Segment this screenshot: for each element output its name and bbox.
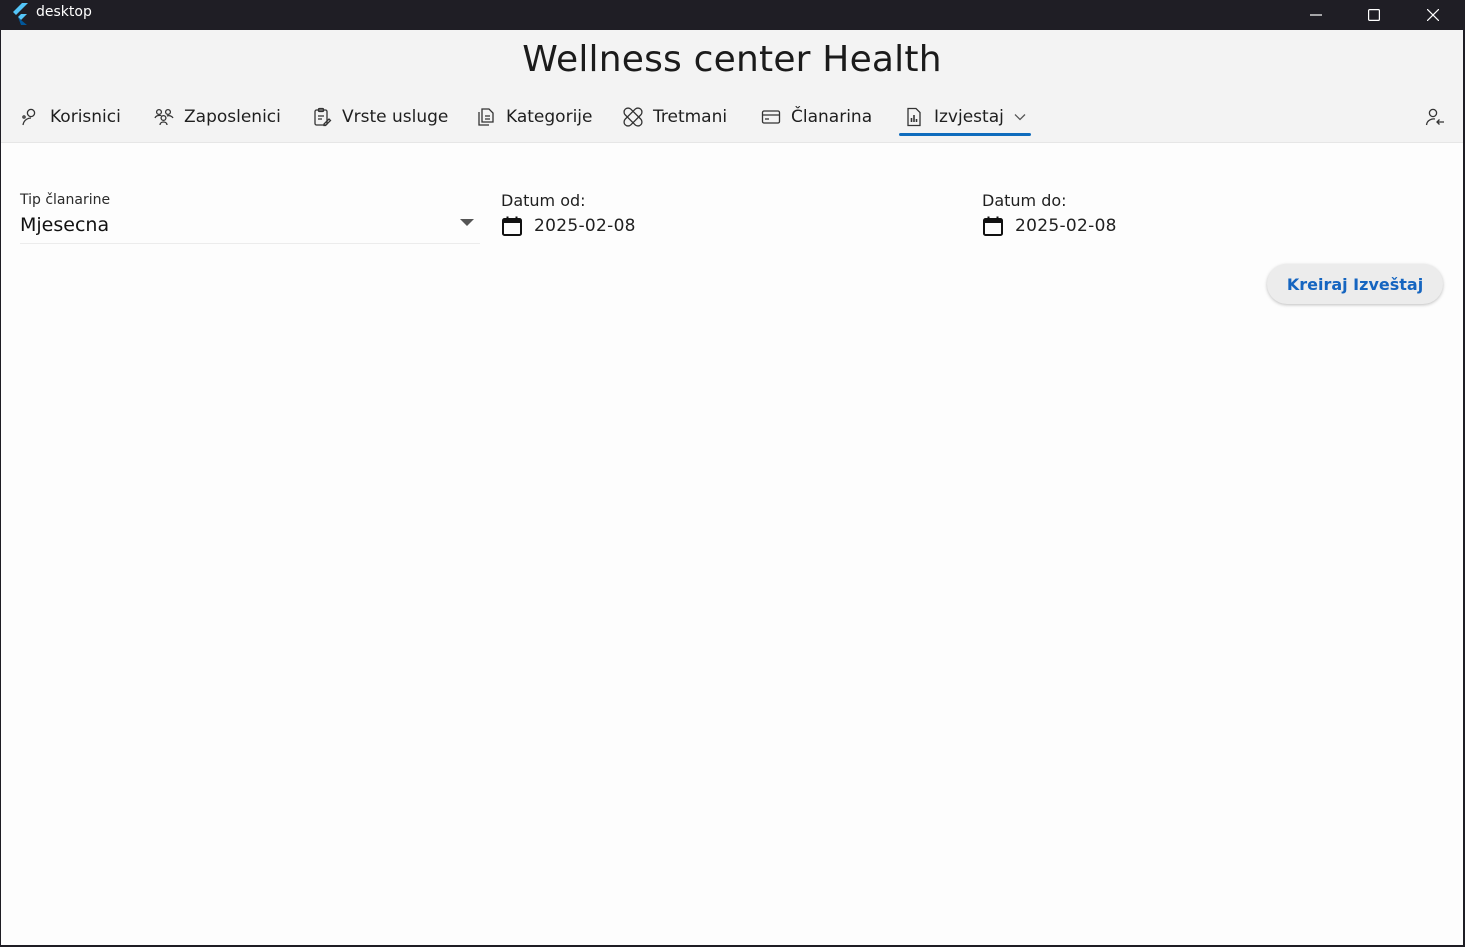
main-nav: Korisnici Zaposlenici Vrste usluge Kateg… [1,96,1463,138]
create-report-button[interactable]: Kreiraj Izveštaj [1267,264,1443,304]
account-button[interactable] [1423,105,1447,129]
date-to-picker[interactable]: 2025-02-08 [982,215,1117,237]
maximize-button[interactable] [1345,0,1403,30]
nav-item-korisnici[interactable]: Korisnici [20,96,121,138]
nav-item-label: Kategorije [506,107,593,127]
document-copy-icon [476,107,496,127]
nav-item-label: Korisnici [50,107,121,127]
date-to-label: Datum do: [982,191,1067,210]
date-to-value: 2025-02-08 [1015,216,1117,236]
app-window: desktop Wellness center Health Korisnici… [0,0,1465,947]
window-title: desktop [36,4,92,20]
nav-item-label: Tretmani [653,107,728,127]
person-arrow-icon [1425,108,1444,126]
nav-item-tretmani[interactable]: Tretmani [623,96,727,138]
close-icon [1427,9,1439,21]
title-bar[interactable]: desktop [0,0,1465,30]
card-icon [761,107,781,127]
membership-type-select[interactable]: Mjesecna [20,190,480,244]
dropdown-arrow-icon [460,219,474,226]
nav-item-vrste-usluge[interactable]: Vrste usluge [312,96,448,138]
nav-item-label: Izvjestaj [934,107,1004,127]
nav-item-label: Članarina [791,107,873,127]
person-icon [20,107,40,127]
maximize-icon [1368,9,1380,21]
client-area: Wellness center Health Korisnici Zaposle… [1,30,1463,945]
bandage-icon [623,107,643,127]
minimize-button[interactable] [1287,0,1345,30]
date-from-picker[interactable]: 2025-02-08 [501,215,636,237]
flutter-logo-icon [13,3,28,25]
minimize-icon [1310,14,1322,16]
chevron-down-icon[interactable] [1014,113,1026,121]
active-tab-indicator [899,133,1031,136]
calendar-icon [983,216,1003,236]
date-from-label: Datum od: [501,191,586,210]
date-from-value: 2025-02-08 [534,216,636,236]
close-button[interactable] [1404,0,1462,30]
report-icon [904,107,924,127]
nav-item-izvjestaj[interactable]: Izvjestaj [899,96,1031,138]
calendar-icon [502,216,522,236]
page-title: Wellness center Health [522,39,942,80]
people-group-icon [154,107,174,127]
nav-item-zaposlenici[interactable]: Zaposlenici [154,96,281,138]
membership-type-value: Mjesecna [20,214,110,236]
clipboard-edit-icon [312,107,332,127]
app-header: Wellness center Health Korisnici Zaposle… [1,30,1463,143]
nav-item-kategorije[interactable]: Kategorije [476,96,592,138]
nav-item-label: Zaposlenici [184,107,281,127]
nav-item-clanarina[interactable]: Članarina [761,96,872,138]
nav-item-label: Vrste usluge [342,107,449,127]
